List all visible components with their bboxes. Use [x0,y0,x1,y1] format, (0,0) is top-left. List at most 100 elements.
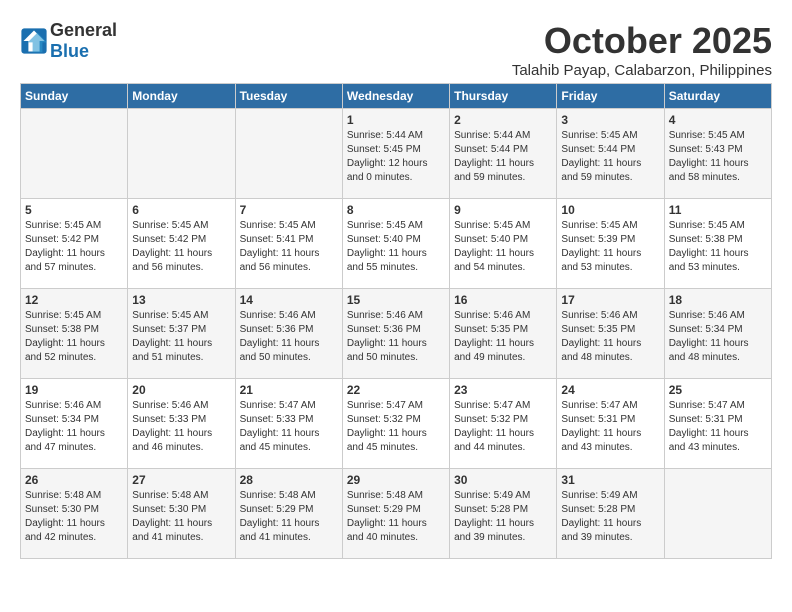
day-number: 2 [454,113,552,127]
calendar-cell: 20 Sunrise: 5:46 AM Sunset: 5:33 PM Dayli… [128,379,235,469]
day-info: Sunrise: 5:45 AM Sunset: 5:37 PM Dayligh… [132,309,230,365]
logo-icon [20,27,48,55]
day-info: Sunrise: 5:46 AM Sunset: 5:35 PM Dayligh… [561,309,659,365]
day-info: Sunrise: 5:46 AM Sunset: 5:34 PM Dayligh… [669,309,767,365]
calendar-cell: 31 Sunrise: 5:49 AM Sunset: 5:28 PM Dayli… [557,469,664,559]
day-number: 21 [240,383,338,397]
calendar-week-2: 5Sunrise: 5:45 AM Sunset: 5:42 PM Daylig… [21,199,772,289]
day-number: 11 [669,203,767,217]
calendar-cell: 22 Sunrise: 5:47 AM Sunset: 5:32 PM Dayli… [342,379,449,469]
location-title: Talahib Payap, Calabarzon, Philippines [512,62,772,79]
month-title: October 2025 [512,20,772,62]
calendar-cell: 25 Sunrise: 5:47 AM Sunset: 5:31 PM Dayli… [664,379,771,469]
day-info: Sunrise: 5:45 AM Sunset: 5:41 PM Dayligh… [240,219,338,275]
calendar-cell [21,109,128,199]
calendar-cell: 16 Sunrise: 5:46 AM Sunset: 5:35 PM Dayli… [450,289,557,379]
calendar-table: SundayMondayTuesdayWednesdayThursdayFrid… [20,83,772,559]
day-number: 28 [240,473,338,487]
day-number: 1 [347,113,445,127]
calendar-cell: 14 Sunrise: 5:46 AM Sunset: 5:36 PM Dayli… [235,289,342,379]
day-number: 30 [454,473,552,487]
day-number: 7 [240,203,338,217]
day-info: Sunrise: 5:49 AM Sunset: 5:28 PM Dayligh… [561,489,659,545]
day-number: 27 [132,473,230,487]
calendar-week-1: 1 Sunrise: 5:44 AM Sunset: 5:45 PM Daylig… [21,109,772,199]
day-info: Sunrise: 5:47 AM Sunset: 5:33 PM Dayligh… [240,399,338,455]
day-info: Sunrise: 5:44 AM Sunset: 5:44 PM Dayligh… [454,129,552,185]
day-number: 15 [347,293,445,307]
column-header-sunday: Sunday [21,84,128,109]
header-row: SundayMondayTuesdayWednesdayThursdayFrid… [21,84,772,109]
calendar-cell: 4Sunrise: 5:45 AM Sunset: 5:43 PM Daylig… [664,109,771,199]
day-info: Sunrise: 5:45 AM Sunset: 5:40 PM Dayligh… [347,219,445,275]
calendar-cell: 18 Sunrise: 5:46 AM Sunset: 5:34 PM Dayli… [664,289,771,379]
day-info: Sunrise: 5:44 AM Sunset: 5:45 PM Dayligh… [347,129,445,185]
calendar-cell: 1 Sunrise: 5:44 AM Sunset: 5:45 PM Daylig… [342,109,449,199]
day-info: Sunrise: 5:48 AM Sunset: 5:30 PM Dayligh… [132,489,230,545]
calendar-cell: 13 Sunrise: 5:45 AM Sunset: 5:37 PM Dayli… [128,289,235,379]
calendar-cell: 9Sunrise: 5:45 AM Sunset: 5:40 PM Daylig… [450,199,557,289]
day-info: Sunrise: 5:48 AM Sunset: 5:30 PM Dayligh… [25,489,123,545]
column-header-wednesday: Wednesday [342,84,449,109]
calendar-cell: 29Sunrise: 5:48 AM Sunset: 5:29 PM Dayli… [342,469,449,559]
day-number: 3 [561,113,659,127]
day-info: Sunrise: 5:45 AM Sunset: 5:38 PM Dayligh… [25,309,123,365]
day-info: Sunrise: 5:46 AM Sunset: 5:35 PM Dayligh… [454,309,552,365]
calendar-cell: 12 Sunrise: 5:45 AM Sunset: 5:38 PM Dayli… [21,289,128,379]
calendar-cell: 11Sunrise: 5:45 AM Sunset: 5:38 PM Dayli… [664,199,771,289]
day-number: 8 [347,203,445,217]
day-number: 29 [347,473,445,487]
day-number: 16 [454,293,552,307]
day-info: Sunrise: 5:47 AM Sunset: 5:32 PM Dayligh… [347,399,445,455]
day-number: 25 [669,383,767,397]
day-number: 20 [132,383,230,397]
calendar-cell: 26 Sunrise: 5:48 AM Sunset: 5:30 PM Dayli… [21,469,128,559]
calendar-cell: 24 Sunrise: 5:47 AM Sunset: 5:31 PM Dayli… [557,379,664,469]
title-block: October 2025 Talahib Payap, Calabarzon, … [512,20,772,79]
day-number: 6 [132,203,230,217]
day-info: Sunrise: 5:45 AM Sunset: 5:44 PM Dayligh… [561,129,659,185]
calendar-week-3: 12 Sunrise: 5:45 AM Sunset: 5:38 PM Dayli… [21,289,772,379]
column-header-friday: Friday [557,84,664,109]
calendar-cell: 30Sunrise: 5:49 AM Sunset: 5:28 PM Dayli… [450,469,557,559]
calendar-cell: 3 Sunrise: 5:45 AM Sunset: 5:44 PM Daylig… [557,109,664,199]
day-info: Sunrise: 5:46 AM Sunset: 5:36 PM Dayligh… [240,309,338,365]
day-info: Sunrise: 5:45 AM Sunset: 5:40 PM Dayligh… [454,219,552,275]
calendar-cell: 7 Sunrise: 5:45 AM Sunset: 5:41 PM Daylig… [235,199,342,289]
calendar-header: SundayMondayTuesdayWednesdayThursdayFrid… [21,84,772,109]
column-header-tuesday: Tuesday [235,84,342,109]
day-number: 14 [240,293,338,307]
day-number: 23 [454,383,552,397]
day-info: Sunrise: 5:45 AM Sunset: 5:39 PM Dayligh… [561,219,659,275]
day-info: Sunrise: 5:47 AM Sunset: 5:31 PM Dayligh… [561,399,659,455]
calendar-cell: 2 Sunrise: 5:44 AM Sunset: 5:44 PM Daylig… [450,109,557,199]
day-info: Sunrise: 5:46 AM Sunset: 5:34 PM Dayligh… [25,399,123,455]
day-info: Sunrise: 5:48 AM Sunset: 5:29 PM Dayligh… [240,489,338,545]
calendar-cell: 10 Sunrise: 5:45 AM Sunset: 5:39 PM Dayli… [557,199,664,289]
calendar-cell: 19 Sunrise: 5:46 AM Sunset: 5:34 PM Dayli… [21,379,128,469]
day-info: Sunrise: 5:45 AM Sunset: 5:42 PM Dayligh… [132,219,230,275]
calendar-body: 1 Sunrise: 5:44 AM Sunset: 5:45 PM Daylig… [21,109,772,559]
day-number: 26 [25,473,123,487]
day-info: Sunrise: 5:45 AM Sunset: 5:42 PM Dayligh… [25,219,123,275]
day-info: Sunrise: 5:46 AM Sunset: 5:33 PM Dayligh… [132,399,230,455]
day-number: 10 [561,203,659,217]
calendar-cell: 5Sunrise: 5:45 AM Sunset: 5:42 PM Daylig… [21,199,128,289]
calendar-cell: 23Sunrise: 5:47 AM Sunset: 5:32 PM Dayli… [450,379,557,469]
day-number: 31 [561,473,659,487]
calendar-cell [235,109,342,199]
logo: General Blue [20,20,117,62]
day-number: 24 [561,383,659,397]
calendar-cell: 28 Sunrise: 5:48 AM Sunset: 5:29 PM Dayli… [235,469,342,559]
column-header-thursday: Thursday [450,84,557,109]
day-number: 13 [132,293,230,307]
day-info: Sunrise: 5:47 AM Sunset: 5:31 PM Dayligh… [669,399,767,455]
day-number: 12 [25,293,123,307]
day-number: 19 [25,383,123,397]
column-header-monday: Monday [128,84,235,109]
logo-blue-text: Blue [50,41,89,61]
calendar-cell: 6 Sunrise: 5:45 AM Sunset: 5:42 PM Daylig… [128,199,235,289]
page-container: General Blue October 2025 Talahib Payap,… [20,20,772,559]
day-number: 22 [347,383,445,397]
day-number: 18 [669,293,767,307]
